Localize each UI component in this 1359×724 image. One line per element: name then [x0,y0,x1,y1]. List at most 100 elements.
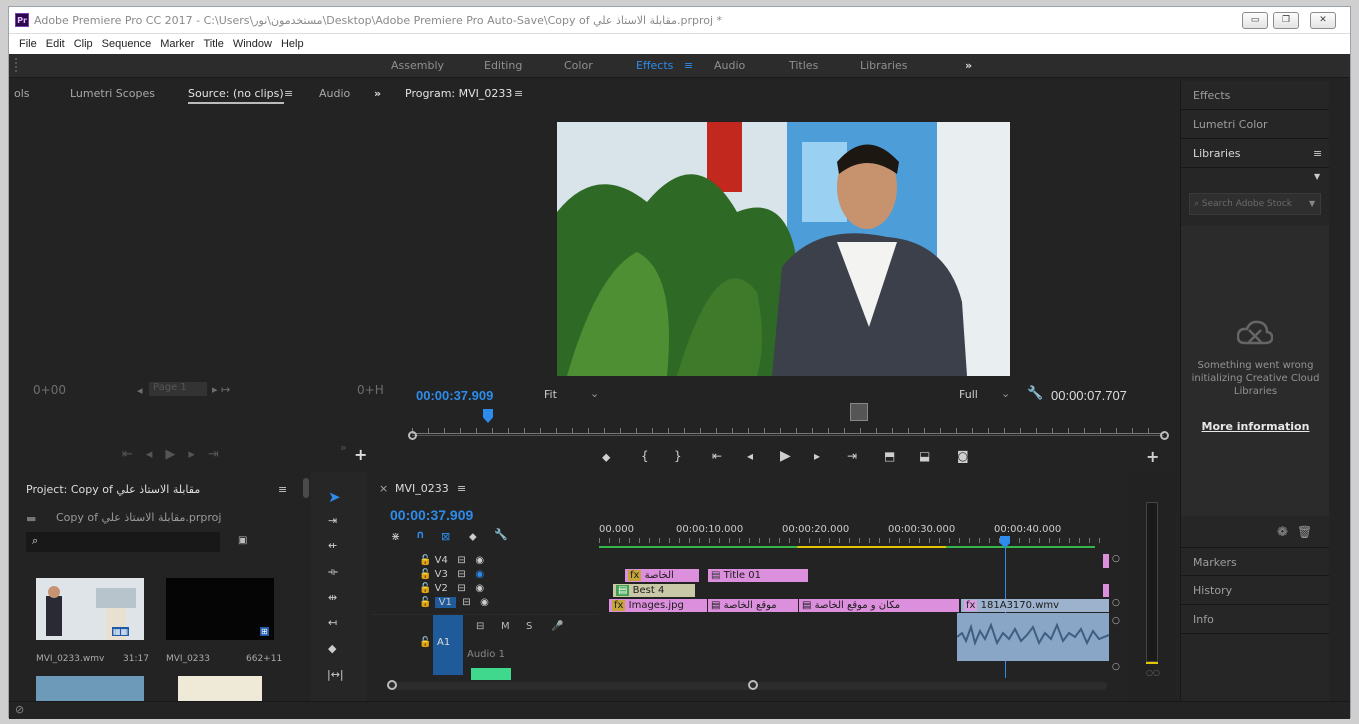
status-icon[interactable]: ⊘ [15,703,24,716]
track-scroll-handle-icon[interactable]: ○ [1112,554,1120,564]
timeline-settings-icon[interactable]: 🔧 [494,528,508,541]
source-menu-icon[interactable]: ≡ [284,87,293,100]
trash-icon[interactable]: 🗑 [1297,525,1312,539]
source-transport-controls[interactable]: ⇤◂▶▸⇥ [122,447,292,462]
project-thumbnail-3[interactable] [36,676,144,701]
program-timecode[interactable]: 00:00:37.909 [416,388,493,403]
sync-icon[interactable]: ⊟ [457,583,465,594]
clip-best-4[interactable]: ▤ Best 4 [613,584,695,597]
mic-icon[interactable]: 🎤 [551,621,563,632]
track-header-v4[interactable]: 🔓 V4 ⊟ ◉ [419,555,484,566]
track-header-v3[interactable]: 🔓 V3 ⊟ ◉ [419,569,484,580]
clip-title-01[interactable]: ▤ Title 01 [708,569,808,582]
clip-mawqe[interactable]: ▤ موقع الخاصة [708,599,798,612]
track-select-tool-icon[interactable]: ⇥ [328,514,337,527]
program-resolution-select[interactable]: Full [959,388,978,401]
workspace-menu-icon[interactable]: ≡ [684,59,693,72]
workspace-assembly[interactable]: Assembly [391,59,444,72]
right-panel-history[interactable]: History [1181,576,1329,605]
sync-icon[interactable]: ⊟ [457,555,465,566]
right-panel-markers[interactable]: Markers [1181,547,1329,576]
resolution-dropdown-icon[interactable]: ⌄ [1001,387,1010,400]
menu-marker[interactable]: Marker [160,38,194,50]
track-scroll-handle-icon[interactable]: ○ [1112,598,1120,608]
source-overflow-icon[interactable]: » [374,87,381,100]
lock-icon[interactable]: 🔓 [419,569,431,580]
sync-icon[interactable]: ⊟ [457,569,465,580]
menu-sequence[interactable]: Sequence [102,38,152,50]
track-header-v1[interactable]: 🔓 V1 ⊟ ◉ [419,597,489,608]
lock-icon[interactable]: 🔓 [419,583,431,594]
workspace-audio[interactable]: Audio [714,59,745,72]
track-header-v2[interactable]: 🔓 V2 ⊟ ◉ [419,583,484,594]
clip-makan-mawqe[interactable]: ▤ مكان و موقع الخاصة [799,599,959,612]
timeline-marker-icon[interactable]: ⬥ [469,530,477,544]
mute-button[interactable]: M [501,621,510,632]
slip-tool-icon[interactable]: ↤ [328,616,337,629]
source-prev-page-icon[interactable]: ◂ [137,384,143,397]
program-zoom-select[interactable]: Fit [544,388,557,401]
maximize-button[interactable]: ❐ [1273,12,1299,29]
clip-images-jpg[interactable]: fx Images.jpg [609,599,707,612]
project-search-input[interactable]: ⌕ [26,532,220,552]
libraries-menu-icon[interactable]: ≡ [1313,147,1322,160]
selection-tool-icon[interactable]: ➤ [328,488,341,506]
clip-v3-khassa[interactable]: fx الخاصة [625,569,699,582]
right-panel-lumetri-color[interactable]: Lumetri Color [1181,110,1329,139]
workspace-color[interactable]: Color [564,59,593,72]
project-scrollbar[interactable] [303,478,309,498]
project-menu-icon[interactable]: ≡ [278,483,287,496]
step-forward-icon[interactable]: ▸ [814,449,820,463]
linked-clips-icon[interactable]: ⊠ [441,530,450,543]
settings-wrench-icon[interactable]: 🔧 [1027,386,1043,401]
rate-stretch-tool-icon[interactable]: ⇹ [328,591,337,604]
solo-button[interactable]: S [526,621,532,632]
program-zoom-bar[interactable] [412,435,1164,436]
new-bin-icon[interactable]: ▣ [238,535,247,546]
step-back-icon[interactable]: ◂ [747,449,753,463]
drag-handle-icon[interactable] [15,58,17,72]
audio-clip-waveform[interactable] [956,613,1110,661]
menu-file[interactable]: File [19,38,37,50]
program-video-frame[interactable] [557,122,1010,376]
eye-icon[interactable]: ◉ [480,597,489,608]
program-time-ruler[interactable] [412,414,1164,434]
workspace-editing[interactable]: Editing [484,59,522,72]
workspace-libraries[interactable]: Libraries [860,59,908,72]
workspace-effects[interactable]: Effects [636,59,673,72]
go-to-out-icon[interactable]: ⇥ [847,449,857,463]
audio-2-mute-toggle[interactable] [471,668,511,680]
sync-icon[interactable]: ⊟ [462,597,470,608]
menu-help[interactable]: Help [281,38,304,50]
lock-icon[interactable]: 🔓 [419,555,431,566]
stock-search-dropdown-icon[interactable]: ▼ [1309,199,1315,208]
workspace-overflow-icon[interactable]: » [965,59,972,72]
v2-clip-end[interactable] [1103,584,1109,597]
lock-icon[interactable]: 🔓 [419,597,431,608]
right-panel-effects[interactable]: Effects [1181,81,1329,110]
project-title[interactable]: Project: Copy of مقابلة الاستاذ علي [26,483,200,496]
track-scroll-handle-icon[interactable]: ○ [1112,662,1120,672]
close-button[interactable]: ✕ [1310,12,1336,29]
zoom-dropdown-icon[interactable]: ⌄ [590,387,599,400]
tab-tools[interactable]: ols [14,87,30,100]
lift-icon[interactable]: ⬒ [884,449,895,463]
tab-lumetri-scopes[interactable]: Lumetri Scopes [70,87,155,100]
slide-tool-icon[interactable]: |↔| [327,668,344,681]
creative-cloud-icon[interactable]: ❁ [1277,525,1288,540]
program-menu-icon[interactable]: ≡ [514,87,523,100]
project-thumbnail-1[interactable]: ▦▦ [36,578,144,640]
track-scroll-handle-icon[interactable]: ○ [1112,616,1120,626]
clip-181a3170[interactable]: fx 181A3170.wmv [961,599,1109,612]
hscroll-handle-right-icon[interactable] [748,680,758,690]
hscroll-handle-left-icon[interactable] [387,680,397,690]
export-frame-camera-icon[interactable]: ◙ [957,449,969,463]
menu-clip[interactable]: Clip [74,38,93,50]
menu-window[interactable]: Window [233,38,272,50]
stock-search-input[interactable]: ⌕ Search Adobe Stock [1189,193,1321,215]
right-panel-info[interactable]: Info [1181,605,1329,634]
tab-source[interactable]: Source: (no clips) [188,87,284,104]
timeline-timecode[interactable]: 00:00:37.909 [390,507,473,523]
go-to-in-icon[interactable]: ⇤ [712,449,722,463]
program-title[interactable]: Program: MVI_0233 [405,87,512,100]
